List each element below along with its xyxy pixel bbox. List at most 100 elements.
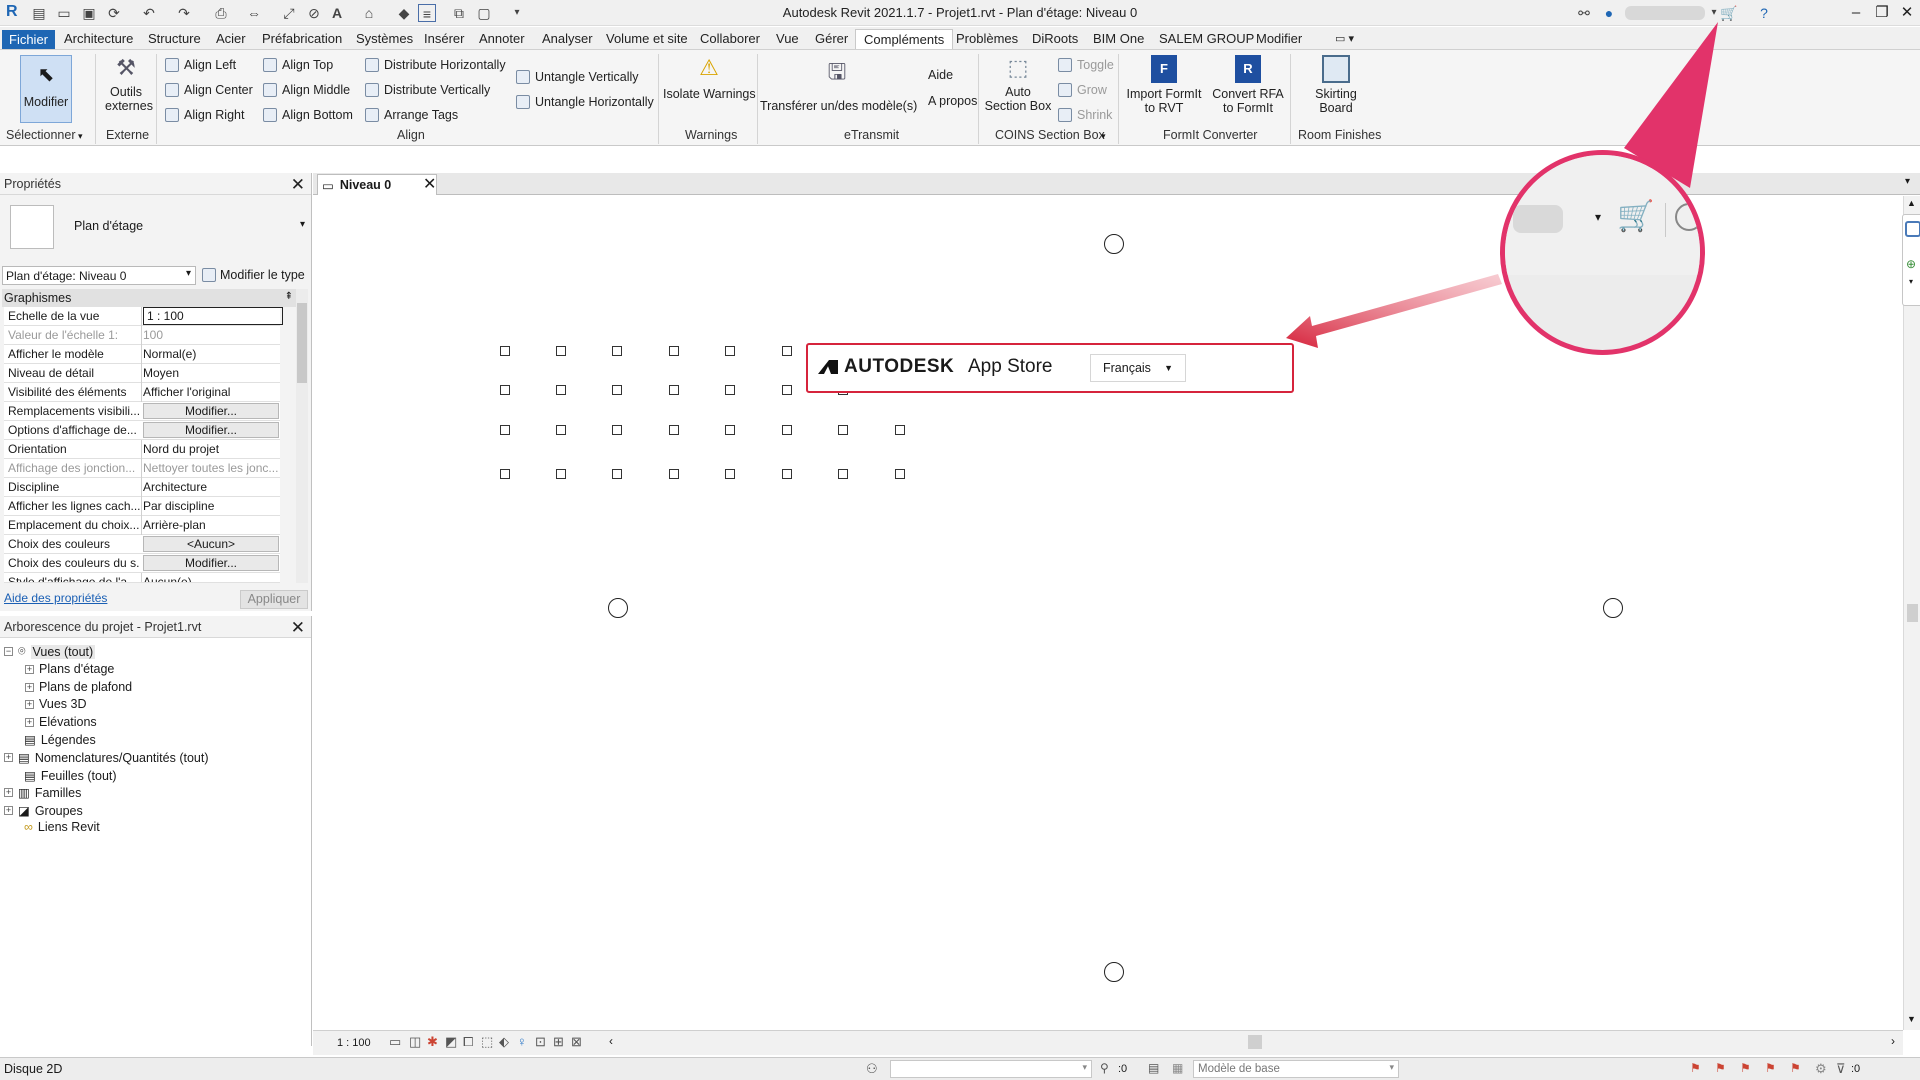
modify-button[interactable]: ⬉ Modifier (20, 55, 72, 123)
distribute-horizontally-button[interactable]: Distribute Horizontally (365, 56, 506, 74)
expand-icon[interactable]: + (4, 753, 13, 762)
align-right-button[interactable]: Align Right (165, 106, 244, 124)
align-middle-button[interactable]: Align Middle (263, 81, 350, 99)
analytical-icon[interactable]: ⊠ (571, 1034, 582, 1050)
filter-icon[interactable]: ⊽ (1836, 1061, 1846, 1077)
expand-icon[interactable]: + (25, 717, 34, 727)
prop-row[interactable]: Style d'affichage de l'a... Aucun(e) (4, 573, 280, 583)
select-dropdown-icon[interactable]: ▾ (78, 131, 83, 142)
tree-node-vues[interactable]: − ⌾ Vues (tout) (4, 644, 96, 659)
instance-selector[interactable]: Plan d'étage: Niveau 0 ▾ (2, 266, 196, 285)
view-tab-close-icon[interactable]: ✕ (423, 174, 436, 194)
tab-bim-one[interactable]: BIM One (1093, 29, 1144, 49)
external-tools-button[interactable]: ⚒ Outils externes (105, 55, 153, 123)
section-graphismes[interactable]: Graphismes ⇞ (2, 289, 297, 307)
a-propos-button[interactable]: A propos (928, 94, 977, 108)
prop-value[interactable]: Arrière-plan (143, 518, 278, 532)
column-marker[interactable] (725, 385, 735, 395)
column-marker[interactable] (612, 385, 622, 395)
tab-complements[interactable]: Compléments (855, 29, 954, 49)
column-marker[interactable] (612, 425, 622, 435)
column-marker[interactable] (725, 346, 735, 356)
language-select[interactable]: Français ▼ (1090, 354, 1186, 382)
reveal-hidden-icon[interactable]: ♀ (517, 1034, 527, 1049)
properties-help-link[interactable]: Aide des propriétés (4, 591, 107, 605)
select-pinned-icon[interactable]: ⚑ (1740, 1061, 1751, 1075)
arrange-tags-button[interactable]: Arrange Tags (365, 106, 458, 124)
column-marker[interactable] (500, 425, 510, 435)
steering-wheel-icon[interactable] (1905, 221, 1920, 237)
apply-button[interactable]: Appliquer (240, 590, 308, 609)
view-tab-niveau-0[interactable]: ▭ Niveau 0 (317, 174, 437, 195)
scroll-thumb[interactable] (1907, 604, 1918, 622)
untangle-horizontally-button[interactable]: Untangle Horizontally (516, 93, 654, 111)
ribbon-options-icon[interactable]: ▭ ▾ (1335, 29, 1354, 49)
workset-select[interactable]: ▾ (890, 1060, 1092, 1078)
column-marker[interactable] (612, 469, 622, 479)
tab-diroots[interactable]: DiRoots (1032, 29, 1078, 49)
collapse-icon[interactable]: ⇞ (285, 291, 293, 302)
prop-row[interactable]: Discipline Architecture (4, 478, 280, 497)
select-by-face-icon[interactable]: ⚑ (1765, 1061, 1776, 1075)
column-marker[interactable] (669, 385, 679, 395)
column-marker[interactable] (895, 425, 905, 435)
elevation-marker-west[interactable] (608, 598, 628, 618)
tree-node-plans-etage[interactable]: + Plans d'étage (25, 662, 114, 676)
tab-annoter[interactable]: Annoter (479, 29, 525, 49)
model-select[interactable]: Modèle de base ▾ (1193, 1060, 1399, 1078)
scroll-down-icon[interactable]: ▼ (1907, 1014, 1916, 1024)
background-processes-icon[interactable]: ⚙ (1815, 1061, 1827, 1077)
edit-type-button[interactable]: Modifier le type (202, 268, 305, 282)
column-marker[interactable] (838, 469, 848, 479)
project-browser-close-icon[interactable]: ✕ (291, 618, 305, 638)
column-marker[interactable] (895, 469, 905, 479)
column-marker[interactable] (725, 425, 735, 435)
column-marker[interactable] (612, 346, 622, 356)
column-marker[interactable] (669, 425, 679, 435)
expand-icon[interactable]: + (25, 682, 34, 692)
temp-hide-icon[interactable]: ⬖ (499, 1034, 509, 1050)
prop-edit-button[interactable]: Modifier... (143, 422, 279, 438)
prop-row[interactable]: Niveau de détail Moyen (4, 364, 280, 383)
column-marker[interactable] (556, 469, 566, 479)
elevation-marker-south[interactable] (1104, 962, 1124, 982)
tab-systemes[interactable]: Systèmes (356, 29, 413, 49)
column-marker[interactable] (782, 469, 792, 479)
shadows-icon[interactable]: ◩ (445, 1034, 457, 1050)
sun-path-icon[interactable]: ✱ (427, 1034, 438, 1050)
show-crop-icon[interactable]: ⬚ (481, 1034, 493, 1050)
column-marker[interactable] (725, 469, 735, 479)
prop-value[interactable]: Par discipline (143, 499, 278, 513)
column-marker[interactable] (556, 425, 566, 435)
tab-collaborer[interactable]: Collaborer (700, 29, 760, 49)
search-binoculars-icon[interactable]: ⚯ (1575, 4, 1593, 22)
tree-node-groupes[interactable]: + ◪ Groupes (4, 803, 83, 818)
column-marker[interactable] (782, 425, 792, 435)
column-marker[interactable] (556, 385, 566, 395)
elevation-marker-east[interactable] (1603, 598, 1623, 618)
tab-structure[interactable]: Structure (148, 29, 201, 49)
scroll-up-icon[interactable]: ▲ (1907, 198, 1916, 208)
convert-rfa-button[interactable]: R Convert RFA to FormIt (1207, 55, 1289, 123)
tree-node-nomenclatures[interactable]: + ▤ Nomenclatures/Quantités (tout) (4, 750, 209, 765)
prop-value[interactable]: Architecture (143, 480, 278, 494)
hscroll-left-icon[interactable]: ‹ (609, 1034, 613, 1048)
column-marker[interactable] (500, 346, 510, 356)
untangle-vertically-button[interactable]: Untangle Vertically (516, 68, 639, 86)
tab-modifier[interactable]: Modifier (1256, 29, 1302, 49)
user-icon[interactable]: ● (1600, 4, 1618, 22)
tab-vue[interactable]: Vue (776, 29, 799, 49)
align-top-button[interactable]: Align Top (263, 56, 333, 74)
group-coins[interactable]: COINS Section Box (995, 128, 1105, 142)
tab-fichier[interactable]: Fichier (2, 30, 56, 49)
restore-button[interactable]: ❐ (1868, 2, 1896, 24)
workset-icon[interactable]: ⚇ (866, 1061, 878, 1077)
column-marker[interactable] (556, 346, 566, 356)
expand-icon[interactable]: + (25, 699, 34, 709)
group-selectionner[interactable]: Sélectionner (6, 128, 76, 142)
align-bottom-button[interactable]: Align Bottom (263, 106, 353, 124)
minimize-button[interactable]: – (1842, 2, 1870, 24)
select-underlay-icon[interactable]: ⚑ (1715, 1061, 1726, 1075)
tab-acier[interactable]: Acier (216, 29, 246, 49)
expand-icon[interactable]: + (4, 788, 13, 797)
